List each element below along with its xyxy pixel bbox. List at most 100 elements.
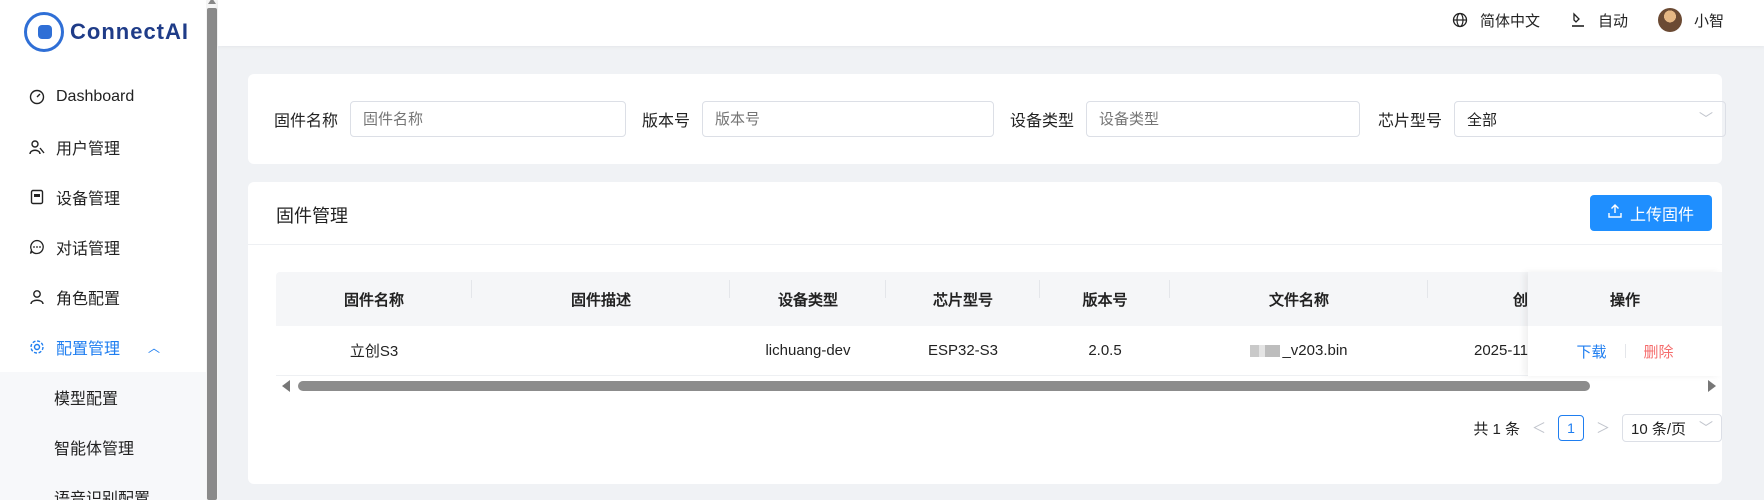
horizontal-scrollbar-thumb[interactable] — [298, 381, 1590, 391]
filter-firmware-name: 固件名称 — [274, 101, 627, 137]
filter-card: 固件名称 版本号 设备类型 芯片型号 全部 ﹀ — [248, 74, 1727, 164]
gear-icon — [28, 338, 46, 356]
sidebar-item-config[interactable]: 配置管理 ︿ — [0, 322, 206, 372]
download-link[interactable]: 下载 — [1576, 341, 1606, 362]
chevron-up-icon: ︿ — [148, 340, 161, 355]
cell-name: 立创S3 — [349, 343, 399, 360]
sidebar-item-label: 智能体管理 — [54, 441, 135, 458]
upload-firmware-button[interactable]: 上传固件 — [1590, 195, 1712, 231]
filter-version: 版本号 — [642, 101, 995, 137]
header-actions: 简体中文 自动 小智 — [1452, 0, 1724, 40]
chevron-left-icon[interactable]: ＜ — [1532, 418, 1546, 438]
table-row[interactable]: 立创S3 lichuang-dev ESP32-S3 2.0.5 _v203.b… — [276, 326, 1722, 376]
file-name: _v203.bin — [1282, 342, 1348, 359]
filter-device-type: 设备类型 — [1010, 101, 1361, 137]
firmware-name-input[interactable] — [350, 101, 627, 137]
logo-icon — [24, 12, 64, 52]
cell-chip: ESP32-S3 — [927, 342, 999, 359]
theme-label: 自动 — [1597, 12, 1628, 30]
chevron-down-icon: ﹀ — [1699, 111, 1714, 127]
user-icon — [28, 288, 46, 306]
cell-version: 2.0.5 — [1088, 342, 1122, 359]
column-header: 芯片型号 — [886, 279, 1040, 310]
sidebar-item-label: 对话管理 — [56, 241, 121, 258]
column-header: 固件描述 — [472, 279, 730, 310]
sidebar-item-chats[interactable]: 对话管理 — [0, 222, 206, 272]
pagination: 共 1 条 ＜ 1 ＞ 10 条/页 ﹀ — [1473, 414, 1722, 442]
sidebar-item-roles[interactable]: 角色配置 — [0, 272, 206, 322]
scroll-left-arrow-icon[interactable] — [282, 380, 290, 392]
globe-icon — [1452, 12, 1468, 28]
device-type-input[interactable] — [1086, 101, 1361, 137]
row-actions: 下载 删除 — [1528, 326, 1722, 376]
sidebar-item-label: 配置管理 — [56, 341, 121, 358]
filter-label: 版本号 — [642, 113, 691, 130]
column-header: 设备类型 — [730, 279, 886, 310]
device-icon — [28, 188, 46, 206]
dashboard-icon — [28, 88, 46, 106]
sidebar-item-users[interactable]: 用户管理 — [0, 122, 206, 172]
column-header: 固件名称 — [276, 279, 472, 310]
sidebar-item-label: 角色配置 — [56, 291, 121, 308]
delete-link[interactable]: 删除 — [1644, 341, 1674, 362]
sidebar-item-label: 设备管理 — [56, 191, 121, 208]
card-title: 固件管理 — [276, 206, 348, 226]
upload-icon — [1608, 203, 1622, 223]
user-menu[interactable]: 小智 — [1657, 8, 1724, 32]
top-header: 简体中文 自动 小智 — [218, 0, 1764, 46]
divider — [248, 244, 1722, 245]
page-button-current[interactable]: 1 — [1558, 415, 1584, 441]
sidebar-item-label: 用户管理 — [56, 141, 121, 158]
table-horizontal-scrollbar[interactable] — [276, 378, 1722, 394]
column-header: 操作 — [1528, 272, 1722, 326]
chat-icon — [28, 238, 46, 256]
divider — [1624, 344, 1626, 358]
theme-switcher[interactable]: 自动 — [1570, 10, 1628, 31]
column-header: 文件名称 — [1170, 279, 1428, 310]
scroll-right-arrow-icon[interactable] — [1708, 380, 1716, 392]
users-icon — [28, 138, 46, 156]
config-submenu: 模型配置 智能体管理 语音识别配置 — [0, 372, 206, 500]
version-input[interactable] — [702, 101, 995, 137]
language-switcher[interactable]: 简体中文 — [1452, 10, 1540, 31]
theme-icon — [1570, 12, 1586, 28]
chip-model-select[interactable]: 全部 ﹀ — [1454, 101, 1727, 137]
cell-device-type: lichuang-dev — [765, 342, 851, 359]
app-name: ConnectAI — [70, 19, 189, 44]
chevron-down-icon: ﹀ — [1699, 420, 1713, 436]
avatar — [1657, 8, 1682, 32]
scroll-up-arrow-icon[interactable] — [208, 0, 216, 4]
sidebar-scrollbar-thumb[interactable] — [207, 8, 217, 500]
redacted-text — [1250, 345, 1281, 358]
sidebar-scrollbar[interactable] — [206, 0, 218, 500]
sidebar-subitem-asr[interactable]: 语音识别配置 — [0, 472, 206, 500]
chip-model-value: 全部 — [1467, 111, 1498, 129]
sidebar-item-label: Dashboard — [56, 88, 135, 105]
user-name: 小智 — [1693, 12, 1724, 30]
app-logo[interactable]: ConnectAI — [24, 12, 189, 52]
page-size-value: 10 条/页 — [1631, 420, 1687, 438]
firmware-table: 固件名称 固件描述 设备类型 芯片型号 版本号 文件名称 创建 立创S3 lic… — [276, 272, 1722, 376]
filter-label: 设备类型 — [1010, 113, 1075, 130]
sidebar: ConnectAI Dashboard 用户管理 设备管理 对话管理 角色配置 … — [0, 0, 206, 500]
chevron-right-icon[interactable]: ＞ — [1596, 418, 1610, 438]
page-size-select[interactable]: 10 条/页 ﹀ — [1622, 414, 1722, 442]
filter-chip-model: 芯片型号 全部 ﹀ — [1378, 101, 1727, 137]
sidebar-item-label: 语音识别配置 — [54, 491, 151, 500]
filter-label: 芯片型号 — [1378, 113, 1443, 130]
firmware-table-card: 固件管理 上传固件 固件名称 固件描述 设备类型 芯片型号 版本号 文件名称 创… — [248, 182, 1722, 484]
cell-file: _v203.bin — [1170, 342, 1428, 359]
sidebar-menu: Dashboard 用户管理 设备管理 对话管理 角色配置 配置管理 ︿ 模型配… — [0, 72, 206, 500]
filter-label: 固件名称 — [274, 113, 339, 130]
sidebar-item-devices[interactable]: 设备管理 — [0, 172, 206, 222]
sidebar-item-label: 模型配置 — [54, 391, 119, 408]
language-label: 简体中文 — [1479, 12, 1540, 30]
table-header: 固件名称 固件描述 设备类型 芯片型号 版本号 文件名称 创建 — [276, 272, 1722, 326]
sidebar-subitem-models[interactable]: 模型配置 — [0, 372, 206, 422]
sidebar-item-dashboard[interactable]: Dashboard — [0, 72, 206, 122]
sidebar-subitem-agents[interactable]: 智能体管理 — [0, 422, 206, 472]
column-header: 版本号 — [1040, 279, 1170, 310]
total-count: 共 1 条 — [1473, 420, 1520, 438]
actions-column: 操作 下载 删除 — [1528, 272, 1722, 376]
upload-label: 上传固件 — [1629, 207, 1694, 224]
